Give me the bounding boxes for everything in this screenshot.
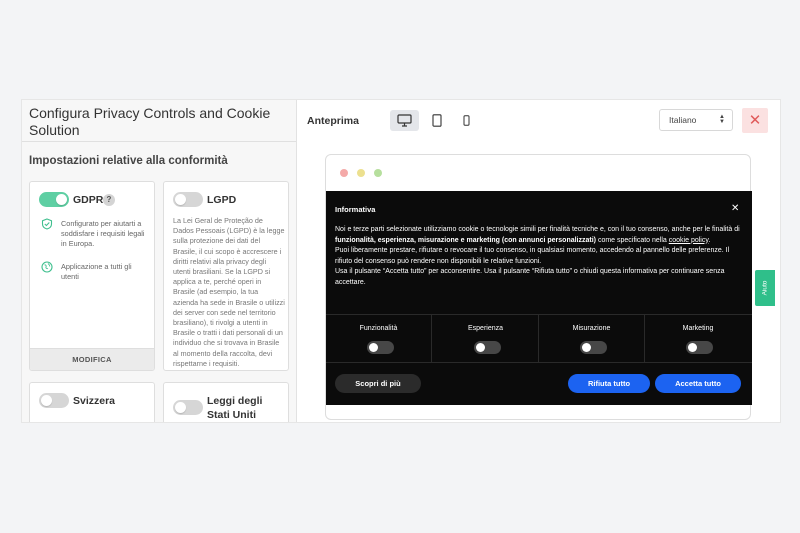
banner-text-part: come specificato nella <box>596 236 669 244</box>
desktop-icon <box>397 114 412 127</box>
modifica-button[interactable]: MODIFICA <box>30 348 154 370</box>
language-select[interactable]: Italiano ▲ ▼ <box>659 109 733 131</box>
category-label: Funzionalità <box>359 325 398 332</box>
reject-all-button[interactable]: Rifiuta tutto <box>568 374 650 393</box>
section-title: Impostazioni relative alla conformità <box>29 155 228 167</box>
banner-text: Noi e terze parti selezionate utilizziam… <box>335 225 740 288</box>
tablet-view-button[interactable] <box>422 110 451 131</box>
svizzera-label: Svizzera <box>73 395 116 407</box>
usa-toggle[interactable] <box>173 400 203 415</box>
close-button[interactable]: ✕ <box>742 108 768 133</box>
accept-all-button[interactable]: Accetta tutto <box>655 374 741 393</box>
cookie-banner: Informativa ✕ Noi e terze parti selezion… <box>326 191 752 405</box>
svizzera-card: Svizzera <box>29 382 155 422</box>
mobile-icon <box>463 115 470 126</box>
configuration-panel: Configura Privacy Controls and Cookie So… <box>22 100 297 422</box>
window-dot-green <box>374 169 382 177</box>
cookie-policy-link[interactable]: cookie policy <box>669 237 709 244</box>
gdpr-feature-text: Configurato per aiutarti a soddisfare i … <box>61 219 145 248</box>
category-label: Esperienza <box>467 325 504 332</box>
category-marketing: Marketing <box>645 315 751 362</box>
category-toggle[interactable] <box>367 341 394 354</box>
banner-text-part: Usa il pulsante “Accetta tutto” per acco… <box>335 268 725 286</box>
category-label: Misurazione <box>572 325 611 332</box>
divider <box>22 141 296 142</box>
svizzera-toggle[interactable] <box>39 393 69 408</box>
lgpd-card: LGPD La Lei Geral de Proteção de Dados P… <box>163 181 289 371</box>
usa-label: Leggi degli Stati Uniti <box>207 395 263 421</box>
shield-check-icon <box>41 218 53 230</box>
gdpr-toggle[interactable] <box>39 192 69 207</box>
category-toggle[interactable] <box>580 341 607 354</box>
select-arrows-icon: ▲ ▼ <box>719 114 725 125</box>
help-icon[interactable]: ? <box>103 194 115 206</box>
desktop-view-button[interactable] <box>390 110 419 131</box>
gdpr-feature-text: Applicazione a tutti gli utenti <box>61 262 132 281</box>
banner-text-part: Puoi liberamente prestare, rifiutare o r… <box>335 247 730 265</box>
banner-text-bold: funzionalità, esperienza, misurazione e … <box>335 236 596 244</box>
category-funzionalita: Funzionalità <box>326 315 432 362</box>
gdpr-card: GDPR ? Configurato per aiutarti a soddis… <box>29 181 155 371</box>
lgpd-label: LGPD <box>207 194 237 206</box>
preview-panel: Anteprima Italiano ▲ ▼ ✕ Informativa ✕ N… <box>298 100 780 422</box>
consent-categories: Funzionalità Esperienza Misurazione Mark… <box>326 314 752 363</box>
panel-title: Configura Privacy Controls and Cookie So… <box>29 105 271 138</box>
learn-more-button[interactable]: Scopri di più <box>335 374 421 393</box>
usa-card: Leggi degli Stati Uniti <box>163 382 289 422</box>
category-esperienza: Esperienza <box>433 315 539 362</box>
category-toggle[interactable] <box>686 341 713 354</box>
globe-icon <box>41 261 53 273</box>
banner-title: Informativa <box>335 205 376 214</box>
preview-label: Anteprima <box>307 115 359 127</box>
banner-text-part: . <box>708 236 711 244</box>
tablet-icon <box>432 114 442 127</box>
window-dot-red <box>340 169 348 177</box>
lgpd-toggle[interactable] <box>173 192 203 207</box>
help-tab[interactable]: Aiuto <box>755 270 775 306</box>
window-dot-yellow <box>357 169 365 177</box>
language-value: Italiano <box>669 115 697 125</box>
mobile-view-button[interactable] <box>452 110 481 131</box>
category-label: Marketing <box>682 325 714 332</box>
category-toggle[interactable] <box>474 341 501 354</box>
help-tab-label: Aiuto <box>761 280 769 296</box>
banner-text-part: Noi e terze parti selezionate utilizziam… <box>335 226 740 233</box>
category-misurazione: Misurazione <box>539 315 645 362</box>
browser-preview-frame: Informativa ✕ Noi e terze parti selezion… <box>325 154 752 420</box>
settings-window: Configura Privacy Controls and Cookie So… <box>22 100 780 422</box>
gdpr-label: GDPR <box>73 194 104 206</box>
banner-close-icon[interactable]: ✕ <box>731 203 739 214</box>
lgpd-description: La Lei Geral de Proteção de Dados Pessoa… <box>173 216 285 368</box>
